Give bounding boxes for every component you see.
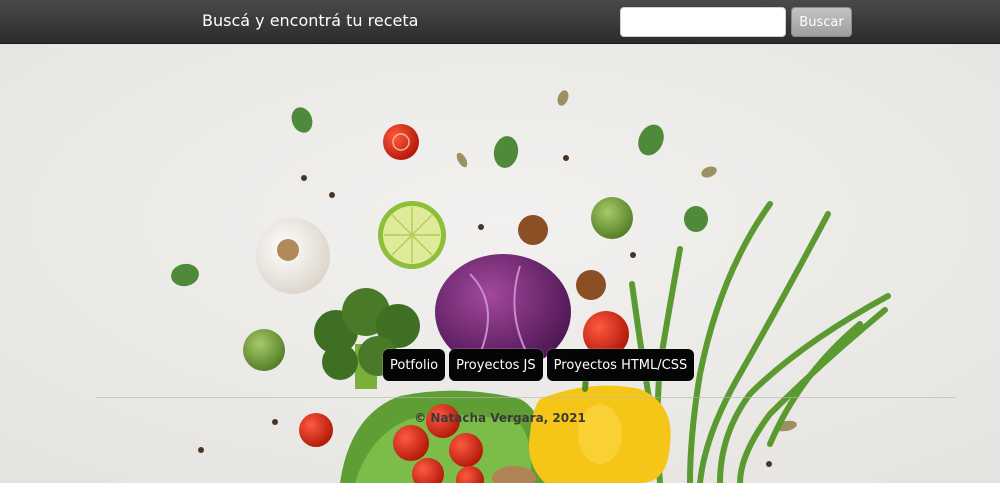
nav-link-projects-html-css[interactable]: Proyectos HTML/CSS — [546, 349, 695, 381]
search-button[interactable]: Buscar — [791, 7, 852, 37]
copyright-text: © Natacha Vergara, 2021 — [414, 411, 586, 425]
footer-divider — [96, 397, 956, 398]
nav-link-projects-js[interactable]: Proyectos JS — [449, 349, 543, 381]
search-input[interactable] — [620, 7, 786, 37]
top-bar: Buscá y encontrá tu receta Buscar — [0, 0, 1000, 44]
page-title: Buscá y encontrá tu receta — [202, 11, 419, 30]
nav-link-portfolio[interactable]: Potfolio — [383, 349, 446, 381]
footer-nav: Potfolio Proyectos JS Proyectos HTML/CSS — [383, 349, 695, 381]
